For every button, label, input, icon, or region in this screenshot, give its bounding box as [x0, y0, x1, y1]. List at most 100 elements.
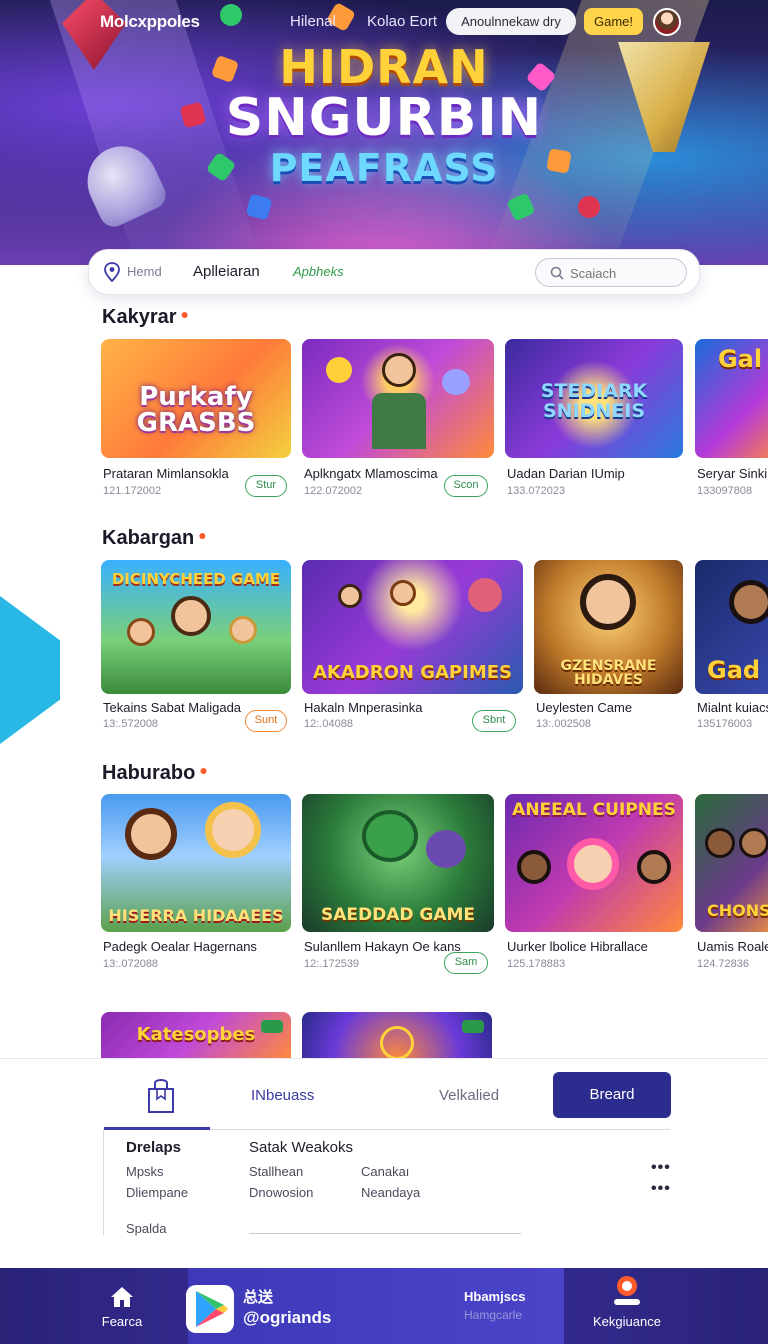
section-title-text: Haburabo: [102, 762, 196, 784]
thumbnail-art-text: AKADRON GAPIMES: [312, 662, 512, 683]
section-title: Kabargan ●: [102, 527, 207, 550]
game-thumbnail[interactable]: ANEEAL CUIPNES: [505, 794, 683, 932]
game-thumbnail[interactable]: [302, 1012, 492, 1060]
primary-button[interactable]: Breard: [553, 1072, 671, 1118]
thumbnail-art-text: Gal: [717, 345, 763, 373]
card-date: 13:.572008: [103, 718, 159, 730]
game-card[interactable]: GZENSRANE HIDAVES Ueylesten Came 13:.002…: [534, 560, 683, 730]
game-card[interactable]: Gal Seryar Sinki 133097808: [695, 339, 768, 497]
character-illustration: [338, 584, 362, 608]
card-title: Padegk Oealar Hagernans: [103, 939, 257, 954]
game-thumbnail[interactable]: SAEDDAD GAME: [302, 794, 494, 932]
section-title-text: Kakyrar: [102, 306, 177, 328]
game-thumbnail[interactable]: GZENSRANE HIDAVES: [534, 560, 683, 694]
nav-home-label[interactable]: Fearca: [100, 1314, 144, 1329]
status-badge[interactable]: Sunt: [245, 710, 287, 732]
column-header: Drelaps: [126, 1139, 182, 1156]
bottom-nav: Fearca 总送 @ogriands Hbamjscs Hamgcarle K…: [0, 1268, 768, 1344]
avatar[interactable]: [653, 8, 681, 36]
play-store-icon[interactable]: [186, 1285, 234, 1333]
thumbnail-art-text: GZENSRANE HIDAVES: [560, 657, 657, 689]
game-button[interactable]: Game!: [584, 8, 643, 35]
game-thumbnail[interactable]: DICINYCHEED GAME: [101, 560, 291, 694]
more-options-icon[interactable]: •••: [651, 1159, 671, 1177]
announce-button[interactable]: Anoulnnekaw dry: [446, 8, 576, 35]
card-date: 135176003: [697, 718, 753, 730]
character-illustration: [205, 802, 261, 858]
tab-velkalied[interactable]: Velkalied: [439, 1087, 499, 1104]
game-thumbnail[interactable]: HISERRA HIDAAEES: [101, 794, 291, 932]
search-icon: [550, 266, 564, 280]
brand-logo[interactable]: Molcxppoles: [100, 12, 200, 32]
candy-decoration: [245, 193, 273, 221]
game-card[interactable]: HISERRA HIDAAEES Padegk Oealar Hagernans…: [101, 794, 291, 970]
card-date: 13:.002508: [536, 718, 592, 730]
card-title: Seryar Sinki: [697, 466, 768, 481]
game-thumbnail[interactable]: [302, 339, 494, 458]
game-card[interactable]: Katesopbes: [101, 1012, 291, 1060]
game-thumbnail[interactable]: Katesopbes: [101, 1012, 291, 1060]
section-title-text: Kabargan: [102, 527, 195, 549]
details-panel: INbeuass Velkalied Breard Drelaps Satak …: [0, 1058, 768, 1268]
card-date: 12:.172539: [304, 958, 360, 970]
game-thumbnail[interactable]: CHONSS: [695, 794, 768, 932]
card-date: 133097808: [697, 485, 753, 497]
character-illustration: [382, 353, 416, 387]
character-illustration: [580, 574, 636, 630]
game-card[interactable]: ANEEAL CUIPNES Uurker lbolice Hibrallace…: [505, 794, 683, 970]
status-badge[interactable]: Scon: [444, 475, 488, 497]
card-title: Uamis Roale: [697, 939, 768, 954]
thumbnail-art-text: CHONSS: [707, 901, 768, 920]
nav-profile-label[interactable]: Kekgiuance: [590, 1314, 664, 1329]
nav-handle[interactable]: @ogriands: [243, 1308, 331, 1328]
character-illustration: [171, 596, 211, 636]
location-pin-icon: [104, 262, 120, 282]
game-thumbnail[interactable]: AKADRON GAPIMES: [302, 560, 523, 694]
table-cell: Dnowosion: [249, 1185, 314, 1200]
character-illustration: [390, 580, 416, 606]
card-date: 133.072023: [507, 485, 566, 497]
table-cell: Dliempane: [126, 1185, 189, 1200]
filter-application[interactable]: Aplleiaran: [193, 263, 260, 280]
thumbnail-art-text: STEDIARK SNIDNEIS: [540, 380, 648, 423]
dot-icon: ●: [198, 527, 207, 543]
game-card[interactable]: CHONSS Uamis Roale 124.72836: [695, 794, 768, 970]
card-date: 125.178883: [507, 958, 566, 970]
character-illustration: [567, 838, 619, 890]
game-thumbnail[interactable]: STEDIARK SNIDNEIS: [505, 339, 683, 458]
game-card[interactable]: Purkafy GRASBS Pratаran Mimlansokla 121.…: [101, 339, 291, 497]
search-input[interactable]: [570, 263, 680, 283]
search-box[interactable]: [535, 258, 687, 287]
filter-home[interactable]: Hemd: [127, 264, 162, 279]
nav-link[interactable]: Kolao Eort: [367, 13, 437, 30]
new-badge: [261, 1020, 283, 1033]
creature-illustration: [468, 578, 502, 612]
status-badge[interactable]: Sbnt: [472, 710, 516, 732]
game-card[interactable]: SAEDDAD GAME Sulanllem Hakayn Oe kans 12…: [302, 794, 494, 974]
game-card[interactable]: Aplkngatx Mlamoscima 122.072002 Scon: [302, 339, 494, 497]
game-card[interactable]: Gad Mialnt kuiacs 135176003: [695, 560, 768, 730]
game-thumbnail[interactable]: Gad: [695, 560, 768, 694]
bookmark-bag-icon[interactable]: [146, 1077, 176, 1115]
nav-link[interactable]: Hilenal: [290, 13, 336, 30]
character-illustration: [637, 850, 671, 884]
profile-icon[interactable]: [610, 1274, 644, 1308]
section-title: Kakyrar ●: [102, 306, 189, 329]
table-cell: Canakaı: [361, 1164, 410, 1179]
nav-title[interactable]: Hbamjscs: [464, 1289, 525, 1304]
thumbnail-art-text: HISERRA HIDAAEES: [108, 906, 284, 925]
tab-inbeuass[interactable]: INbeuass: [251, 1087, 314, 1104]
home-icon[interactable]: [110, 1286, 134, 1308]
game-card[interactable]: AKADRON GAPIMES Hakaln Mnperasinka 12:.0…: [302, 560, 523, 732]
game-card[interactable]: [302, 1012, 492, 1060]
filter-apps[interactable]: Apbheks: [293, 264, 344, 279]
game-thumbnail[interactable]: Purkafy GRASBS: [101, 339, 291, 458]
character-illustration: [125, 808, 177, 860]
status-badge[interactable]: Sam: [444, 952, 488, 974]
game-thumbnail[interactable]: Gal: [695, 339, 768, 458]
game-card[interactable]: DICINYCHEED GAME Tekains Sabat Maligada …: [101, 560, 291, 732]
candy-decoration: [578, 196, 600, 218]
more-options-icon[interactable]: •••: [651, 1180, 671, 1198]
game-card[interactable]: STEDIARK SNIDNEIS Uadan Darian IUmip 133…: [505, 339, 683, 497]
status-badge[interactable]: Stur: [245, 475, 287, 497]
